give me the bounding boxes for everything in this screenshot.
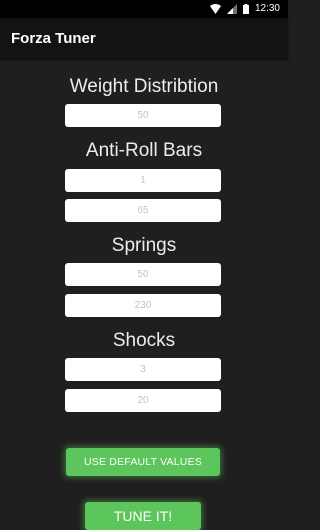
status-bar: 12:30 bbox=[0, 0, 288, 18]
springs-heading: Springs bbox=[111, 235, 177, 256]
battery-icon bbox=[242, 4, 249, 14]
use-default-values-button[interactable]: USE DEFAULT VALUES bbox=[66, 448, 220, 476]
springs-front-input[interactable] bbox=[65, 263, 221, 286]
status-icons: 12:30 bbox=[209, 3, 280, 15]
status-time: 12:30 bbox=[254, 3, 280, 14]
signal-icon bbox=[226, 4, 237, 14]
app-bar: Forza Tuner bbox=[0, 18, 288, 58]
anti-roll-bars-heading: Anti-Roll Bars bbox=[85, 140, 203, 161]
shocks-rear-input[interactable] bbox=[65, 389, 221, 412]
shocks-heading: Shocks bbox=[112, 330, 176, 351]
wifi-icon bbox=[209, 4, 221, 14]
weight-distribution-heading: Weight Distribtion bbox=[69, 76, 219, 97]
tune-it-button[interactable]: TUNE IT! bbox=[85, 502, 201, 530]
anti-roll-bar-rear-input[interactable] bbox=[65, 199, 221, 222]
weight-distribution-input[interactable] bbox=[65, 104, 221, 127]
anti-roll-bar-front-input[interactable] bbox=[65, 169, 221, 192]
app-title: Forza Tuner bbox=[11, 30, 96, 47]
shocks-front-input[interactable] bbox=[65, 358, 221, 381]
springs-rear-input[interactable] bbox=[65, 294, 221, 317]
